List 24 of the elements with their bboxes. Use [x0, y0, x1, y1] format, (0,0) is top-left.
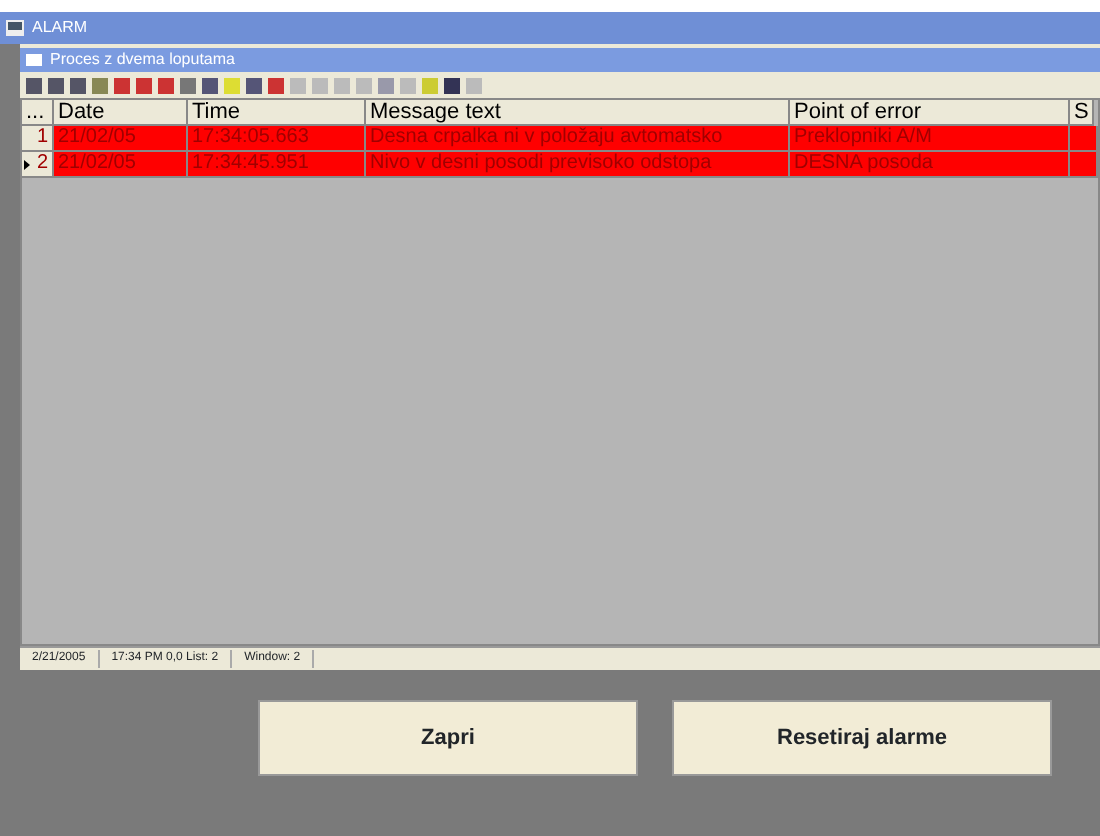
table-cell: DESNA posoda [790, 152, 1070, 178]
row-pointer-icon [24, 160, 30, 170]
table-cell: 21/02/05 [54, 152, 188, 178]
row-header[interactable]: 2 [22, 152, 54, 178]
subwindow-title: Proces z dvema loputama [50, 48, 235, 72]
column-header[interactable]: Point of error [790, 100, 1070, 126]
table-cell: 17:34:45.951 [188, 152, 366, 178]
row-header[interactable]: 1 [22, 126, 54, 152]
window-title: ALARM [32, 16, 88, 40]
action-button[interactable]: Zapri [258, 700, 638, 776]
table-cell: 17:34:05.663 [188, 126, 366, 152]
table-cell: Nivo v desni posodi previsoko odstopa [366, 152, 790, 178]
column-header[interactable]: Message text [366, 100, 790, 126]
row-number[interactable]: 2 [36, 152, 48, 174]
column-header[interactable]: Time [188, 100, 366, 126]
column-header[interactable]: ... [22, 100, 54, 126]
table-cell: Desna crpalka ni v položaju avtomatsko [366, 126, 790, 152]
row-number[interactable]: 1 [36, 126, 48, 148]
column-header[interactable]: Date [54, 100, 188, 126]
table-cell: 21/02/05 [54, 126, 188, 152]
window-icon [26, 54, 42, 66]
table-cell: Preklopniki A/M [790, 126, 1070, 152]
column-header[interactable]: S [1070, 100, 1094, 126]
action-button[interactable]: Resetiraj alarme [672, 700, 1052, 776]
